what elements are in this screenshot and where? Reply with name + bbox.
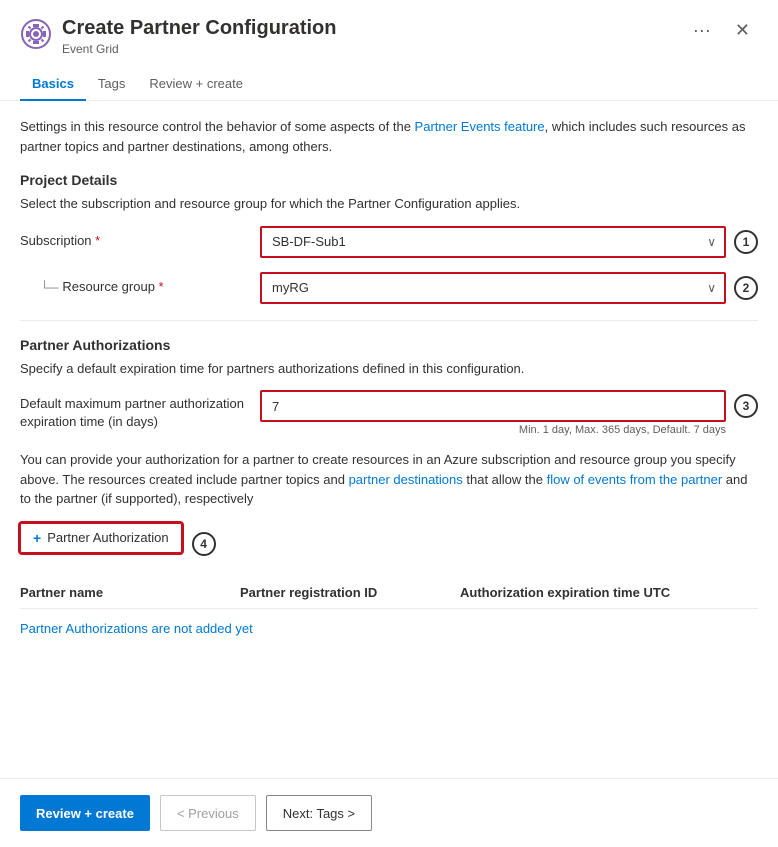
subscription-select[interactable]: SB-DF-Sub1 <box>260 226 726 258</box>
resource-group-row: └─ Resource group * myRG 2 <box>20 272 758 304</box>
expiry-step-badge: 3 <box>734 394 758 418</box>
partner-authorizations-section: Partner Authorizations Specify a default… <box>20 337 758 648</box>
subscription-select-wrapper: SB-DF-Sub1 <box>260 226 726 258</box>
partner-authorizations-desc: Specify a default expiration time for pa… <box>20 359 758 379</box>
ellipsis-button[interactable]: ··· <box>685 16 719 45</box>
add-partner-btn-row: + Partner Authorization 4 <box>20 523 758 565</box>
subscription-row: Subscription * SB-DF-Sub1 1 <box>20 226 758 258</box>
gear-icon <box>20 18 52 50</box>
partner-events-link[interactable]: Partner Events feature <box>415 119 545 134</box>
default-expiry-with-hint: Min. 1 day, Max. 365 days, Default. 7 da… <box>260 390 726 436</box>
divider-1 <box>20 320 758 321</box>
basics-description: Settings in this resource control the be… <box>20 117 758 156</box>
main-content: Settings in this resource control the be… <box>0 101 778 778</box>
dialog-header: Create Partner Configuration Event Grid … <box>0 0 778 68</box>
previous-button[interactable]: < Previous <box>160 795 256 831</box>
project-details-desc: Select the subscription and resource gro… <box>20 194 758 214</box>
dialog-title-area: Create Partner Configuration Event Grid <box>62 16 685 56</box>
resource-group-select[interactable]: myRG <box>260 272 726 304</box>
partner-destinations-link[interactable]: partner destinations <box>349 472 463 487</box>
subscription-required-star: * <box>95 233 100 248</box>
footer: Review + create < Previous Next: Tags > <box>0 778 778 847</box>
plus-icon: + <box>33 530 41 546</box>
table-empty-message: Partner Authorizations are not added yet <box>20 609 758 648</box>
dialog-title: Create Partner Configuration <box>62 16 685 40</box>
next-tags-button[interactable]: Next: Tags > <box>266 795 372 831</box>
add-partner-authorization-button[interactable]: + Partner Authorization <box>20 523 182 553</box>
dialog: Create Partner Configuration Event Grid … <box>0 0 778 847</box>
tree-connector: └─ <box>40 280 58 295</box>
close-button[interactable]: ✕ <box>727 16 758 45</box>
resource-group-label: Resource group * <box>62 278 260 296</box>
tab-tags[interactable]: Tags <box>86 68 137 101</box>
expiry-hint: Min. 1 day, Max. 365 days, Default. 7 da… <box>260 424 726 436</box>
resource-group-step-badge: 2 <box>734 276 758 300</box>
dialog-subtitle: Event Grid <box>62 42 685 56</box>
col-partner-name: Partner name <box>20 585 240 600</box>
dialog-header-actions: ··· ✕ <box>685 16 758 45</box>
partner-authorizations-title: Partner Authorizations <box>20 337 758 353</box>
default-expiry-field-container: Min. 1 day, Max. 365 days, Default. 7 da… <box>260 390 758 436</box>
col-expiration-time: Authorization expiration time UTC <box>460 585 758 600</box>
partner-table-header: Partner name Partner registration ID Aut… <box>20 577 758 609</box>
add-partner-label: Partner Authorization <box>47 530 168 545</box>
tab-bar: Basics Tags Review + create <box>0 68 778 101</box>
partner-auth-info-text: You can provide your authorization for a… <box>20 450 758 509</box>
subscription-step-badge: 1 <box>734 230 758 254</box>
flow-events-link[interactable]: flow of events from the partner <box>547 472 723 487</box>
subscription-field-container: SB-DF-Sub1 1 <box>260 226 758 258</box>
col-registration-id: Partner registration ID <box>240 585 460 600</box>
add-partner-step-badge: 4 <box>192 532 216 556</box>
tab-review-create[interactable]: Review + create <box>137 68 255 101</box>
review-create-button[interactable]: Review + create <box>20 795 150 831</box>
resource-group-tree-line: └─ Resource group * <box>40 278 260 296</box>
tab-basics[interactable]: Basics <box>20 68 86 101</box>
default-expiry-row: Default maximum partner authorization ex… <box>20 390 758 436</box>
default-expiry-label: Default maximum partner authorization ex… <box>20 395 260 431</box>
resource-group-required-star: * <box>159 279 164 294</box>
default-expiry-input[interactable] <box>260 390 726 422</box>
project-details-title: Project Details <box>20 172 758 188</box>
resource-group-select-wrapper: myRG <box>260 272 726 304</box>
resource-group-field-container: myRG 2 <box>260 272 758 304</box>
subscription-label: Subscription * <box>20 232 260 250</box>
